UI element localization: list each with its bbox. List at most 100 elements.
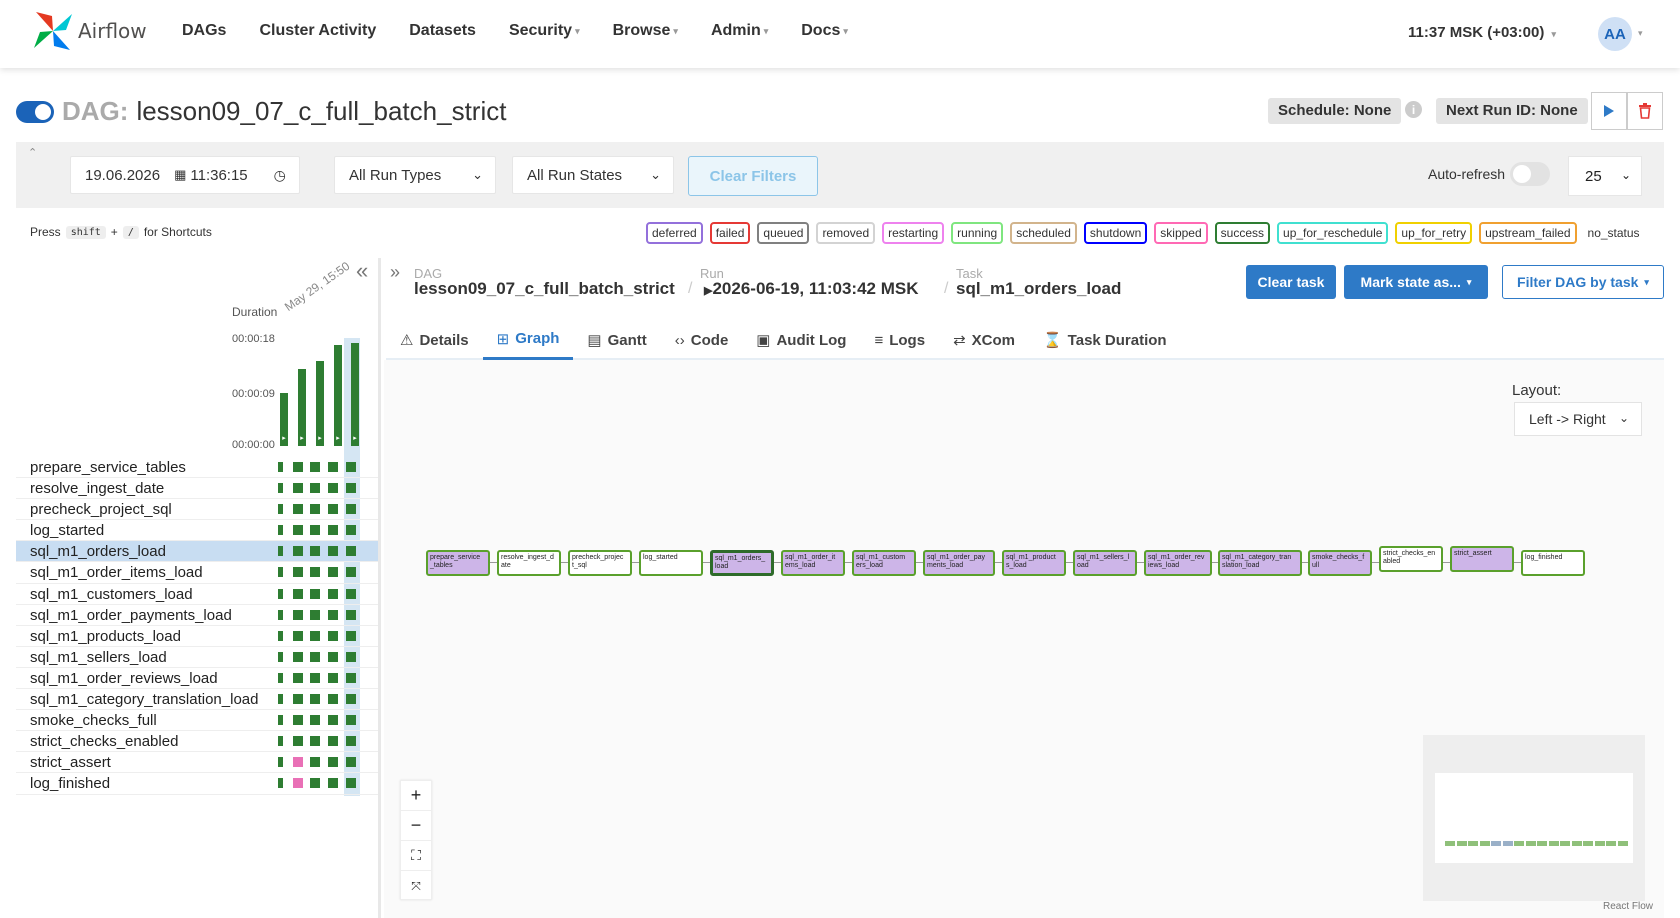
chevron-down-icon[interactable]: ▾ <box>1638 28 1643 39</box>
task-instance-success[interactable] <box>328 630 338 641</box>
expand-right-icon[interactable]: » <box>390 262 400 283</box>
task-instance-success[interactable] <box>346 715 356 726</box>
task-instance-success[interactable] <box>328 567 338 578</box>
task-instance-success[interactable] <box>310 483 320 494</box>
nav-item-docs[interactable]: Docs ▾ <box>801 22 848 40</box>
tab-task-duration[interactable]: ⌛ Task Duration <box>1029 320 1181 360</box>
collapse-up-icon[interactable]: ⌃ <box>28 146 37 159</box>
timezone-clock[interactable]: 11:37 MSK (+03:00) ▾ <box>1408 24 1556 41</box>
task-instance-success[interactable] <box>278 651 283 662</box>
task-instance-success[interactable] <box>310 504 320 515</box>
task-instance-success[interactable] <box>328 504 338 515</box>
legend-up-for-retry[interactable]: up_for_retry <box>1395 222 1473 244</box>
task-instance-success[interactable] <box>328 757 338 768</box>
legend-up-for-reschedule[interactable]: up_for_reschedule <box>1277 222 1389 244</box>
task-instance-success[interactable] <box>310 778 320 789</box>
task-row[interactable]: precheck_project_sql <box>16 499 378 521</box>
tab-gantt[interactable]: ▤ Gantt <box>573 320 660 360</box>
graph-node[interactable]: prepare_service _tables <box>426 550 490 576</box>
task-row[interactable]: sql_m1_category_translation_load <box>16 689 378 711</box>
task-row[interactable]: smoke_checks_full <box>16 710 378 732</box>
task-instance-success[interactable] <box>278 609 283 620</box>
graph-node[interactable]: sql_m1_custom ers_load <box>852 550 916 576</box>
task-instance-success[interactable] <box>278 736 283 747</box>
task-instance-success[interactable] <box>293 609 303 620</box>
task-instance-success[interactable] <box>328 462 338 472</box>
duration-bar[interactable] <box>334 345 342 446</box>
task-instance-success[interactable] <box>293 736 303 747</box>
task-instance-success[interactable] <box>310 588 320 599</box>
legend-deferred[interactable]: deferred <box>646 222 703 244</box>
task-instance-success[interactable] <box>346 694 356 705</box>
crumb-task-value[interactable]: sql_m1_orders_load <box>956 279 1121 299</box>
task-instance-success[interactable] <box>310 525 320 536</box>
clear-filters-button[interactable]: Clear Filters <box>688 156 818 196</box>
task-instance-success[interactable] <box>293 694 303 705</box>
react-flow-attribution[interactable]: React Flow <box>1603 901 1653 912</box>
task-instance-success[interactable] <box>278 715 283 726</box>
graph-node[interactable]: precheck_projec t_sql <box>568 550 632 576</box>
task-row[interactable]: sql_m1_sellers_load <box>16 647 378 668</box>
task-instance-success[interactable] <box>293 546 303 557</box>
task-instance-success[interactable] <box>346 778 356 789</box>
graph-node[interactable]: sql_m1_orders_ load <box>710 550 774 576</box>
task-instance-success[interactable] <box>278 462 283 472</box>
task-instance-success[interactable] <box>346 462 356 472</box>
task-row[interactable]: sql_m1_order_payments_load <box>16 605 378 626</box>
clear-task-button[interactable]: Clear task <box>1246 265 1336 299</box>
nav-item-dags[interactable]: DAGs <box>182 22 226 40</box>
task-row[interactable]: log_started <box>16 520 378 542</box>
task-instance-success[interactable] <box>310 567 320 578</box>
task-instance-success[interactable] <box>346 672 356 683</box>
task-instance-success[interactable] <box>328 483 338 494</box>
info-icon[interactable]: i <box>1405 101 1422 118</box>
duration-bar[interactable] <box>351 343 359 446</box>
task-row[interactable]: resolve_ingest_date <box>16 478 378 500</box>
task-row[interactable]: sql_m1_order_reviews_load <box>16 668 378 690</box>
user-avatar[interactable]: AA <box>1598 17 1632 51</box>
task-instance-success[interactable] <box>346 757 356 768</box>
task-instance-success[interactable] <box>310 546 320 557</box>
task-instance-success[interactable] <box>346 567 356 578</box>
graph-node[interactable]: log_finished <box>1521 550 1585 576</box>
legend-running[interactable]: running <box>951 222 1004 244</box>
task-instance-success[interactable] <box>293 462 303 472</box>
task-instance-success[interactable] <box>346 609 356 620</box>
fit-view-button[interactable]: ⛶ <box>401 841 431 871</box>
legend-scheduled[interactable]: scheduled <box>1010 222 1077 244</box>
task-instance-success[interactable] <box>328 694 338 705</box>
task-instance-success[interactable] <box>278 483 283 494</box>
task-row[interactable]: log_finished <box>16 773 378 795</box>
task-instance-success[interactable] <box>278 588 283 599</box>
task-instance-success[interactable] <box>328 778 338 789</box>
task-instance-success[interactable] <box>310 609 320 620</box>
legend-shutdown[interactable]: shutdown <box>1083 222 1148 244</box>
task-instance-success[interactable] <box>293 504 303 515</box>
task-instance-success[interactable] <box>328 546 338 557</box>
run-types-select[interactable]: All Run Types ⌄ <box>334 156 496 194</box>
legend-skipped[interactable]: skipped <box>1154 222 1208 244</box>
legend-failed[interactable]: failed <box>709 222 751 244</box>
task-instance-success[interactable] <box>293 630 303 641</box>
task-instance-success[interactable] <box>278 546 283 557</box>
task-instance-success[interactable] <box>293 588 303 599</box>
task-instance-success[interactable] <box>293 715 303 726</box>
task-instance-success[interactable] <box>328 715 338 726</box>
graph-node[interactable]: log_started <box>639 550 703 576</box>
graph-node[interactable]: strict_assert <box>1450 546 1514 572</box>
task-instance-success[interactable] <box>346 483 356 494</box>
task-instance-success[interactable] <box>293 651 303 662</box>
task-row[interactable]: strict_assert <box>16 752 378 774</box>
legend-queued[interactable]: queued <box>757 222 810 244</box>
task-instance-success[interactable] <box>346 504 356 515</box>
zoom-in-button[interactable]: + <box>401 781 431 811</box>
lock-view-button[interactable]: ⤧ <box>401 871 431 901</box>
task-row[interactable]: strict_checks_enabled <box>16 731 378 753</box>
task-instance-success[interactable] <box>328 672 338 683</box>
task-instance-success[interactable] <box>278 757 283 768</box>
task-instance-success[interactable] <box>346 525 356 536</box>
trigger-dag-button[interactable] <box>1591 92 1627 130</box>
graph-node[interactable]: sql_m1_sellers_l oad <box>1073 550 1137 576</box>
task-instance-success[interactable] <box>278 630 283 641</box>
task-instance-success[interactable] <box>293 483 303 494</box>
